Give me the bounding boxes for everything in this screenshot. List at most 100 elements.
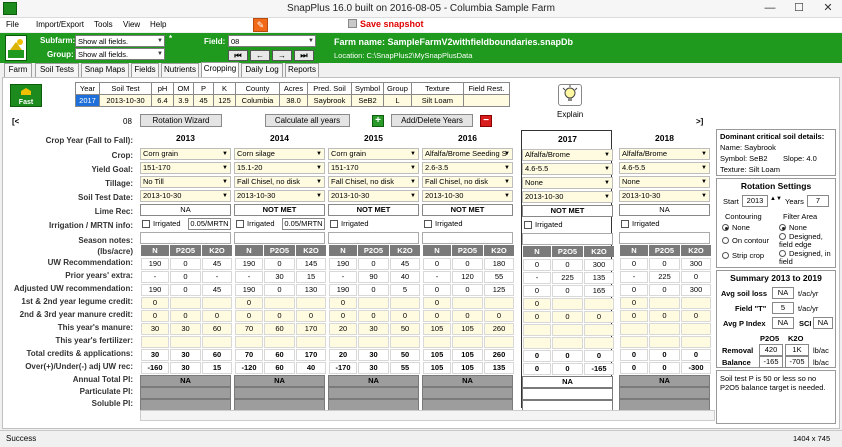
menu-import-export[interactable]: Import/Export <box>36 20 84 29</box>
yield-goal-select[interactable]: 2.6-3.5 ▼ <box>422 162 513 174</box>
irrigated-checkbox[interactable] <box>142 220 150 228</box>
fertilizer-applied-cell[interactable] <box>681 336 711 348</box>
fertilizer-applied-cell[interactable] <box>296 336 326 348</box>
crop-select[interactable]: Alfalfa/Brome ▼ <box>619 148 710 160</box>
irrigated-checkbox[interactable] <box>330 220 338 228</box>
soil-test-date-select[interactable]: 2013-10-30 ▼ <box>234 190 325 202</box>
manure-applied-cell[interactable] <box>552 324 583 336</box>
manure-applied-cell[interactable]: 20 <box>329 323 357 335</box>
contour-none-radio[interactable]: None <box>722 223 750 232</box>
manure-applied-cell[interactable] <box>649 323 680 335</box>
fertilizer-applied-cell[interactable] <box>170 336 201 348</box>
season-notes-input[interactable] <box>234 232 325 244</box>
season-notes-input[interactable] <box>522 233 613 245</box>
fertilizer-applied-cell[interactable] <box>452 336 483 348</box>
tab-snap-maps[interactable]: Snap Maps <box>81 63 129 77</box>
fertilizer-applied-cell[interactable] <box>649 336 680 348</box>
add-delete-years-button[interactable]: Add/Delete Years <box>391 114 473 127</box>
season-notes-input[interactable] <box>619 232 710 244</box>
tillage-select[interactable]: Fall Chisel, no disk ▼ <box>234 176 325 188</box>
irrigated-checkbox[interactable] <box>524 221 532 229</box>
tab-reports[interactable]: Reports <box>285 63 319 77</box>
soil-cell[interactable]: 2017 <box>75 94 100 107</box>
yield-goal-select[interactable]: 151-170 ▼ <box>328 162 419 174</box>
tab-soil-tests[interactable]: Soil Tests <box>35 63 79 77</box>
filter-none-radio[interactable]: None <box>779 223 807 232</box>
remove-year-button[interactable]: − <box>480 115 492 127</box>
season-notes-input[interactable] <box>328 232 419 244</box>
yield-goal-select[interactable]: 15.1-20 ▼ <box>234 162 325 174</box>
manure-applied-cell[interactable] <box>681 323 711 335</box>
calculate-all-years-button[interactable]: Calculate all years <box>265 114 350 127</box>
crop-select[interactable]: Alfalfa/Brome ▼ <box>522 149 613 161</box>
soil-test-date-select[interactable]: 2013-10-30 ▼ <box>140 190 231 202</box>
contour-on-radio[interactable]: On contour <box>722 236 769 245</box>
close-button[interactable]: ✕ <box>814 0 842 17</box>
manure-applied-cell[interactable]: 30 <box>170 323 201 335</box>
irrigated-checkbox[interactable] <box>424 220 432 228</box>
tab-daily-log[interactable]: Daily Log <box>241 63 283 77</box>
soil-test-date-select[interactable]: 2013-10-30 ▼ <box>328 190 419 202</box>
tillage-select[interactable]: None ▼ <box>522 177 613 189</box>
manure-applied-cell[interactable]: 105 <box>423 323 451 335</box>
manure-applied-cell[interactable]: 170 <box>296 323 326 335</box>
rotation-wizard-button[interactable]: Rotation Wizard <box>140 114 222 127</box>
fertilizer-applied-cell[interactable] <box>552 337 583 349</box>
crop-select[interactable]: Corn grain ▼ <box>328 148 419 160</box>
manure-applied-cell[interactable]: 70 <box>235 323 263 335</box>
fertilizer-applied-cell[interactable] <box>358 336 389 348</box>
menu-help[interactable]: Help <box>150 20 166 29</box>
scroll-left-button[interactable]: [< <box>12 117 19 126</box>
fast-facts-button[interactable]: Fast Facts <box>10 84 42 114</box>
fertilizer-applied-cell[interactable] <box>523 337 551 349</box>
manure-applied-cell[interactable] <box>523 324 551 336</box>
fertilizer-applied-cell[interactable] <box>141 336 169 348</box>
yield-goal-select[interactable]: 4.6-5.5 ▼ <box>619 162 710 174</box>
snapshot-icon[interactable]: ✎ <box>253 18 268 32</box>
filter-edge-radio[interactable]: Designed, field edge <box>779 233 835 249</box>
menu-tools[interactable]: Tools <box>94 20 113 29</box>
yield-goal-select[interactable]: 4.6-5.5 ▼ <box>522 163 613 175</box>
minimize-button[interactable]: — <box>756 0 784 17</box>
manure-applied-cell[interactable] <box>620 323 648 335</box>
horizontal-scrollbar[interactable] <box>140 410 715 421</box>
fertilizer-applied-cell[interactable] <box>202 336 232 348</box>
tillage-select[interactable]: Fall Chisel, no disk ▼ <box>422 176 513 188</box>
group-select[interactable]: Show all fields. ▼ <box>75 48 165 60</box>
next-field-button[interactable]: → <box>272 50 292 61</box>
crop-select[interactable]: Corn grain ▼ <box>140 148 231 160</box>
contour-strip-radio[interactable]: Strip crop <box>722 251 764 260</box>
irrigated-checkbox[interactable] <box>621 220 629 228</box>
manure-applied-cell[interactable]: 105 <box>452 323 483 335</box>
soil-test-date-select[interactable]: 2013-10-30 ▼ <box>522 191 613 203</box>
tab-nutrients[interactable]: Nutrients <box>161 63 199 77</box>
manure-applied-cell[interactable]: 50 <box>390 323 420 335</box>
fertilizer-applied-cell[interactable] <box>584 337 614 349</box>
yield-goal-select[interactable]: 151-170 ▼ <box>140 162 231 174</box>
fertilizer-applied-cell[interactable] <box>423 336 451 348</box>
soil-test-date-select[interactable]: 2013-10-30 ▼ <box>619 190 710 202</box>
menu-file[interactable]: File <box>6 20 19 29</box>
fertilizer-applied-cell[interactable] <box>390 336 420 348</box>
years-select[interactable]: 7 <box>807 195 829 207</box>
prev-field-button[interactable]: ← <box>250 50 270 61</box>
manure-applied-cell[interactable] <box>584 324 614 336</box>
tillage-select[interactable]: Fall Chisel, no disk ▼ <box>328 176 419 188</box>
filter-infield-radio[interactable]: Designed, in field <box>779 250 835 266</box>
tab-cropping[interactable]: Cropping <box>201 62 239 78</box>
manure-applied-cell[interactable]: 60 <box>264 323 295 335</box>
season-notes-input[interactable] <box>140 232 231 244</box>
soil-test-date-select[interactable]: 2013-10-30 ▼ <box>422 190 513 202</box>
spinner-icon[interactable]: ▲▼ <box>770 196 782 202</box>
add-year-button[interactable]: + <box>372 115 384 127</box>
start-year-input[interactable]: 2013 <box>742 195 768 207</box>
menu-view[interactable]: View <box>123 20 140 29</box>
tab-farm[interactable]: Farm <box>4 63 32 77</box>
tab-fields[interactable]: Fields <box>131 63 159 77</box>
save-snapshot-button[interactable]: Save snapshot <box>348 19 424 29</box>
manure-applied-cell[interactable]: 30 <box>358 323 389 335</box>
tillage-select[interactable]: No Till ▼ <box>140 176 231 188</box>
fertilizer-applied-cell[interactable] <box>235 336 263 348</box>
first-field-button[interactable]: ⏮ <box>228 50 248 61</box>
manure-applied-cell[interactable]: 30 <box>141 323 169 335</box>
